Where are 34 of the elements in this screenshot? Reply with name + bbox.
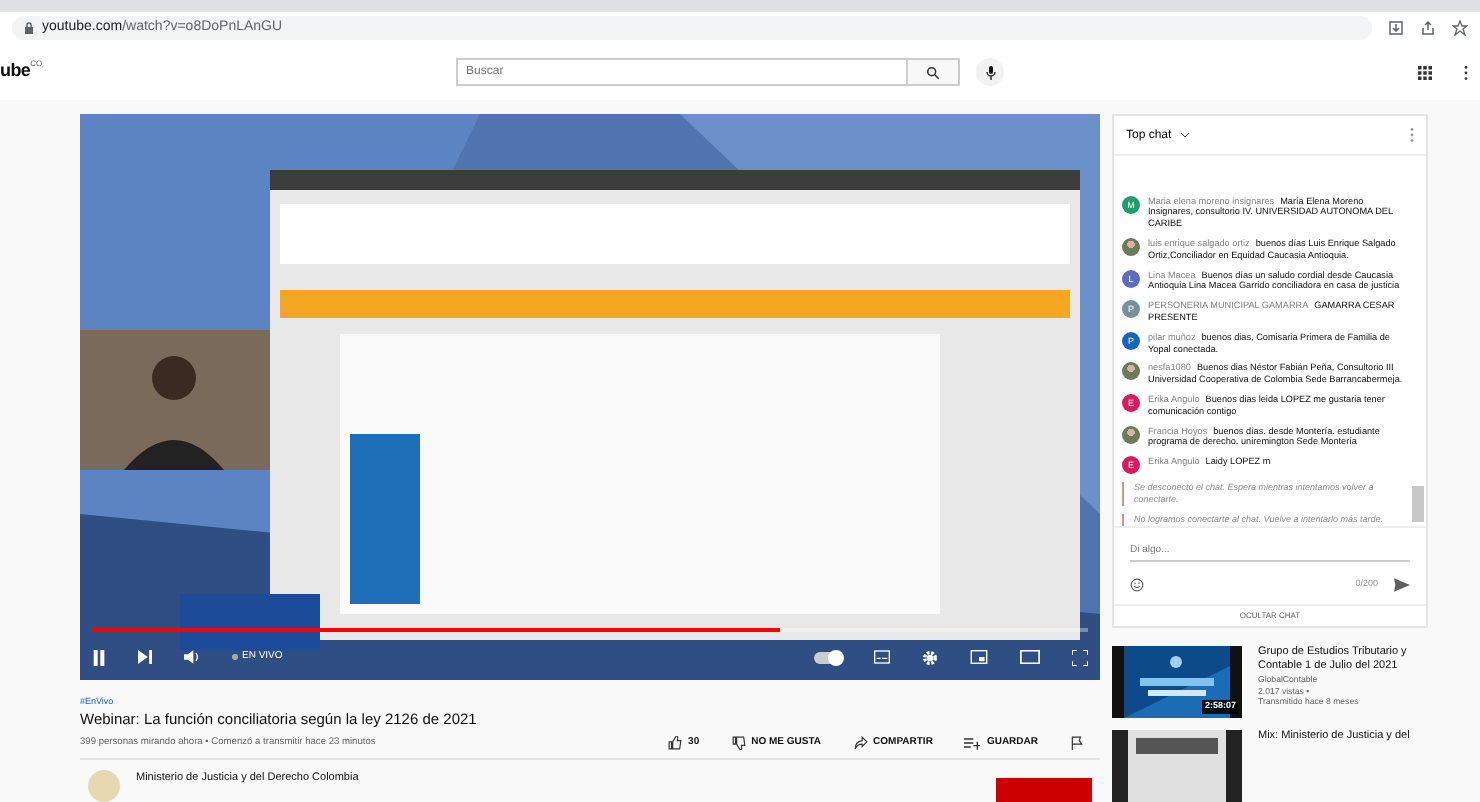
settings-icon[interactable] [922,649,938,666]
star-icon[interactable] [1452,20,1468,36]
share-icon[interactable] [1420,20,1436,36]
thumbs-up-icon [668,735,683,750]
logo-text[interactable]: ube [0,60,31,81]
emoji-icon[interactable] [1130,578,1144,592]
install-icon[interactable] [1388,20,1404,36]
next-icon[interactable] [138,650,152,665]
autoplay-toggle[interactable] [814,651,842,664]
pause-icon[interactable] [92,649,106,666]
user-avatar [1122,237,1140,256]
fullscreen-icon[interactable] [1072,649,1088,666]
microphone-button[interactable] [976,58,1005,86]
subtitles-icon[interactable] [874,650,890,665]
flag-icon[interactable] [1070,735,1084,750]
progress-bar[interactable] [92,627,1088,632]
microphone-icon [985,65,996,79]
search-icon [926,65,941,79]
more-options-icon[interactable] [1463,65,1468,79]
thumbs-down-icon [731,735,746,750]
user-avatar [1122,425,1140,444]
volume-icon[interactable] [184,650,200,665]
miniplayer-icon[interactable] [970,650,988,665]
user-avatar [1122,362,1140,381]
live-dot [232,654,238,661]
lock-icon [24,22,34,34]
share-arrow-icon [853,735,868,750]
apps-grid-icon[interactable] [1417,65,1432,79]
scrollbar-thumb[interactable] [1412,485,1424,521]
caret-icon [1179,132,1190,138]
search-button[interactable] [908,58,961,86]
theater-mode-icon[interactable] [1020,650,1040,665]
send-icon[interactable] [1394,578,1410,592]
add-to-playlist-icon [964,735,981,750]
